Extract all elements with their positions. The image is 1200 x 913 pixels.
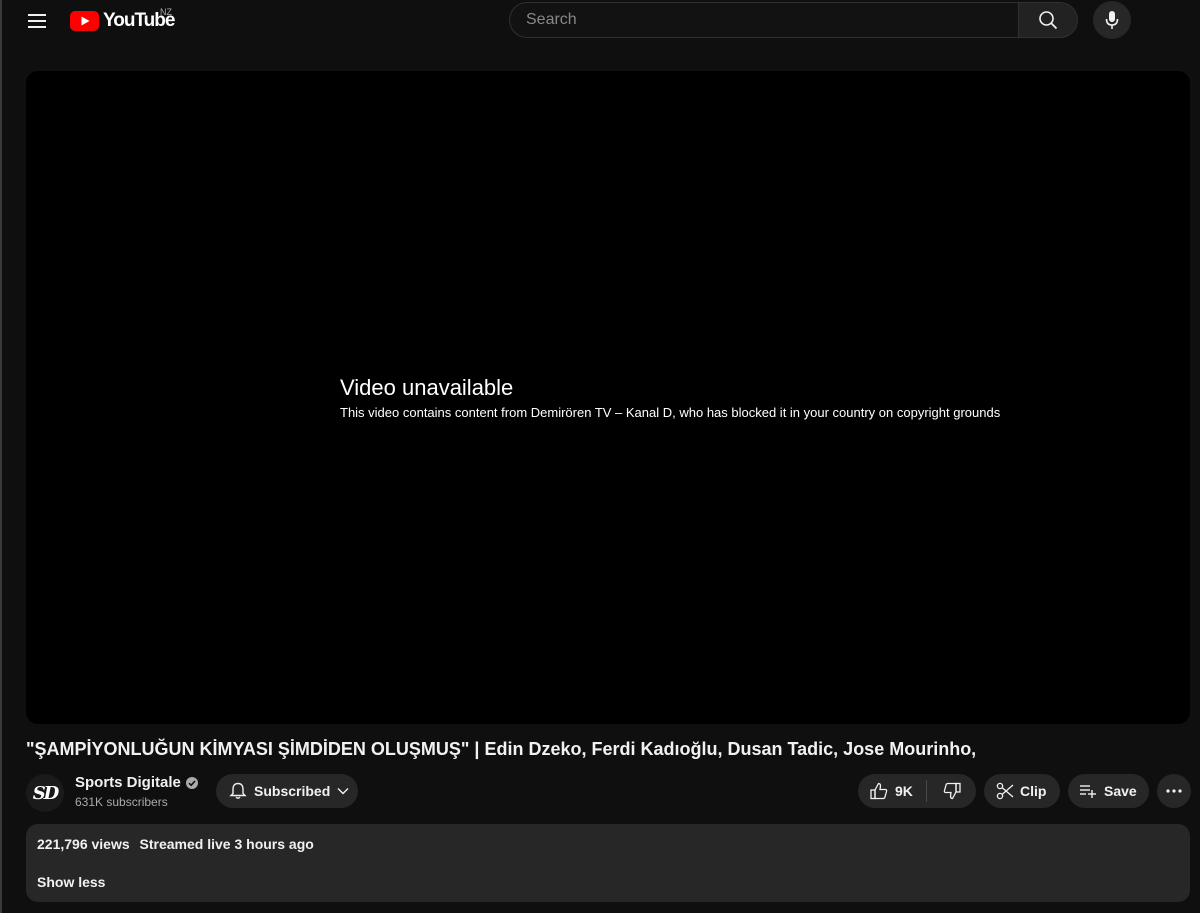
search-icon	[1039, 11, 1058, 30]
channel-name-link[interactable]: Sports Digitale	[75, 774, 198, 791]
save-label: Save	[1104, 783, 1137, 799]
verified-icon	[185, 776, 198, 789]
menu-button[interactable]	[22, 6, 52, 36]
view-count: 221,796 views	[37, 836, 130, 852]
subscribe-label: Subscribed	[254, 783, 331, 799]
show-less-button[interactable]: Show less	[37, 874, 105, 890]
dislike-button[interactable]	[927, 781, 976, 801]
youtube-logo-icon	[70, 11, 99, 31]
bell-icon	[229, 782, 247, 799]
search-input[interactable]	[524, 10, 1019, 30]
error-title: Video unavailable	[340, 375, 514, 400]
like-button[interactable]: 9K	[858, 781, 926, 801]
subscribe-button[interactable]: Subscribed	[216, 774, 358, 808]
channel-name: Sports Digitale	[75, 774, 181, 791]
youtube-logo[interactable]: YouTube	[70, 9, 175, 33]
menu-icon-bar	[28, 20, 46, 22]
clip-label: Clip	[1020, 783, 1047, 799]
save-button[interactable]: Save	[1068, 774, 1149, 808]
clip-button[interactable]: Clip	[984, 774, 1060, 808]
like-dislike-group: 9K	[858, 774, 976, 808]
video-player[interactable]: Video unavailable This video contains co…	[26, 71, 1190, 724]
description-box[interactable]: 221,796 views Streamed live 3 hours ago …	[26, 824, 1190, 902]
chevron-down-icon	[337, 788, 349, 795]
like-icon	[870, 782, 888, 800]
menu-icon-bar	[28, 26, 46, 28]
description-meta: 221,796 views Streamed live 3 hours ago	[37, 836, 314, 852]
video-title: "ŞAMPİYONLUĞUN KİMYASI ŞİMDİDEN OLUŞMUŞ"…	[26, 739, 977, 759]
menu-icon-bar	[28, 14, 46, 16]
dislike-icon	[943, 782, 961, 800]
search-box[interactable]	[509, 2, 1019, 38]
channel-avatar-logo: SD	[32, 782, 60, 804]
avatar[interactable]: SD	[26, 774, 64, 812]
more-actions-button[interactable]	[1157, 774, 1191, 808]
mic-icon	[1105, 11, 1119, 29]
scissors-icon	[996, 782, 1014, 800]
search-button[interactable]	[1018, 2, 1078, 38]
more-icon	[1166, 789, 1182, 793]
subscriber-count: 631K subscribers	[75, 795, 168, 809]
voice-search-button[interactable]	[1093, 1, 1131, 39]
playlist-add-icon	[1080, 785, 1096, 798]
country-code: NZ	[160, 7, 172, 17]
window-border	[0, 0, 2, 913]
masthead: YouTube NZ	[0, 0, 1200, 42]
like-count: 9K	[895, 783, 913, 799]
error-message: This video contains content from Demirör…	[340, 405, 1001, 420]
stream-date: Streamed live 3 hours ago	[139, 836, 314, 852]
